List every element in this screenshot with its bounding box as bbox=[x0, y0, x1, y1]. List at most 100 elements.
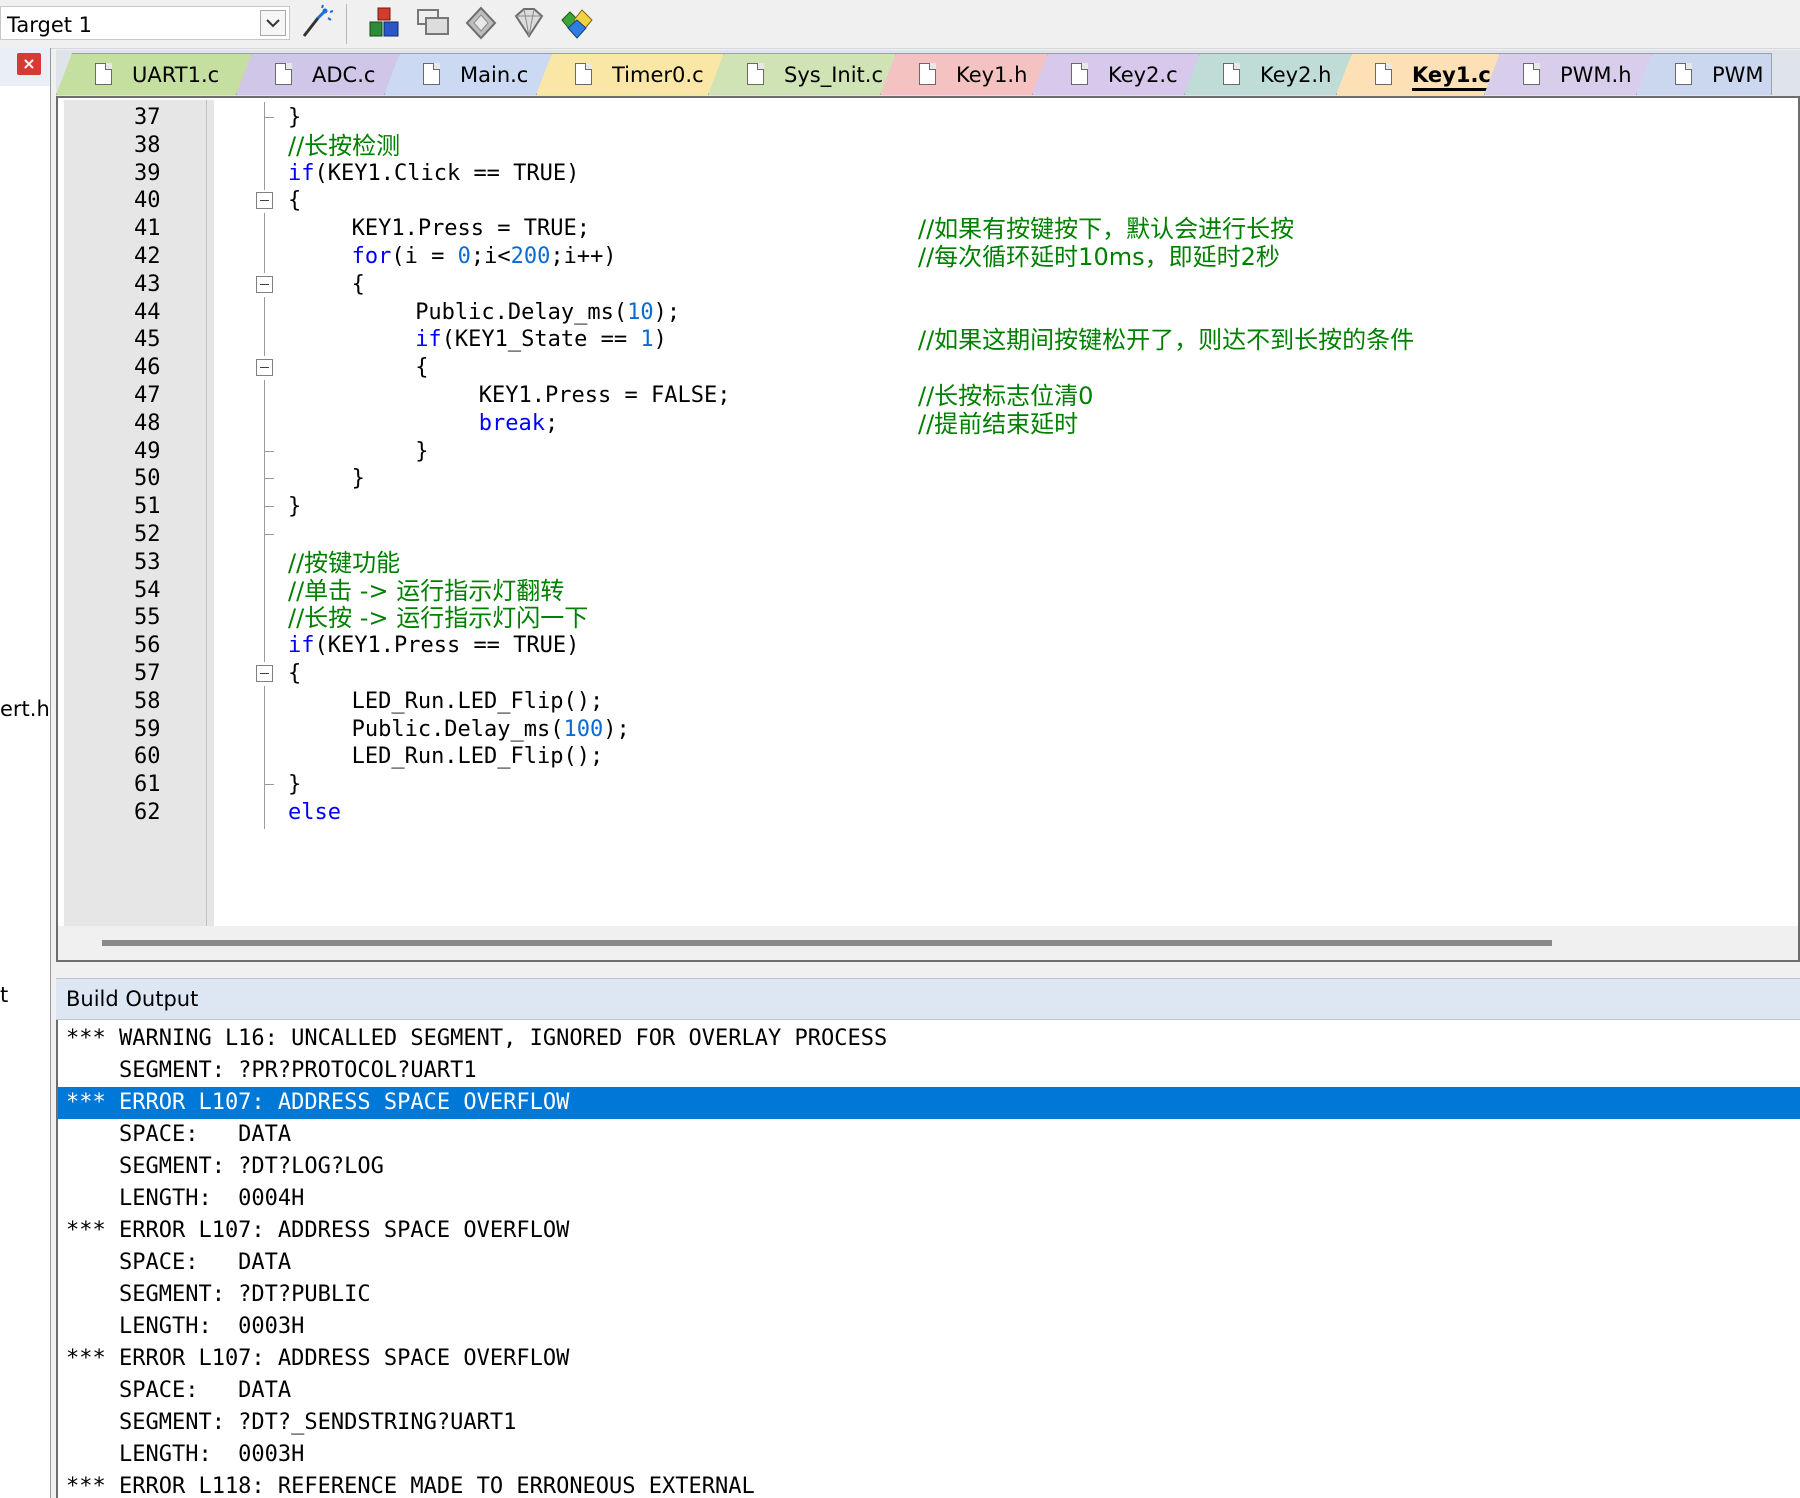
code-editor[interactable]: 37} 38//长按检测 39 if(KEY1.Click == TRUE) 40{41… bbox=[56, 96, 1800, 962]
file-icon bbox=[1675, 63, 1692, 85]
build-line-text: SEGMENT: ?DT?LOG?LOG bbox=[66, 1154, 384, 1179]
fold-end-marker bbox=[264, 450, 274, 452]
file-icon bbox=[95, 63, 112, 85]
tab-label: Sys_Init.c bbox=[784, 63, 883, 87]
build-line-text: *** ERROR L107: ADDRESS SPACE OVERFLOW bbox=[66, 1218, 570, 1243]
build-line-text: SPACE: DATA bbox=[66, 1378, 292, 1403]
build-line-text: SEGMENT: ?DT?_SENDSTRING?UART1 bbox=[66, 1410, 517, 1435]
multi-gem-icon[interactable] bbox=[558, 4, 596, 42]
fold-end-marker bbox=[264, 117, 274, 118]
build-line[interactable]: *** ERROR L118: REFERENCE MADE TO ERRONE… bbox=[58, 1471, 1800, 1498]
build-line[interactable]: *** ERROR L107: ADDRESS SPACE OVERFLOW bbox=[58, 1215, 1800, 1247]
build-line-text: SEGMENT: ?PR?PROTOCOL?UART1 bbox=[66, 1058, 477, 1083]
code-area[interactable]: 37} 38//长按检测 39 if(KEY1.Click == TRUE) 40{41… bbox=[58, 100, 1798, 926]
tab-label: Timer0.c bbox=[612, 63, 704, 87]
tab-key2-c[interactable]: Key2.c bbox=[1032, 53, 1200, 95]
code-line[interactable]: 62 else bbox=[58, 797, 1798, 829]
file-icon bbox=[747, 63, 764, 85]
build-output-title: Build Output bbox=[66, 987, 199, 1011]
file-icon bbox=[575, 63, 592, 85]
build-line[interactable]: SEGMENT: ?DT?PUBLIC bbox=[58, 1279, 1800, 1311]
build-line[interactable]: LENGTH: 0004H bbox=[58, 1183, 1800, 1215]
build-line-text: *** ERROR L107: ADDRESS SPACE OVERFLOW bbox=[66, 1346, 570, 1371]
tab-uart1-c[interactable]: UART1.c bbox=[56, 53, 252, 95]
dropdown-chevron-icon[interactable] bbox=[260, 10, 286, 36]
tab-label: UART1.c bbox=[132, 63, 220, 87]
fold-end-marker bbox=[264, 478, 274, 480]
tab-label: ADC.c bbox=[312, 63, 376, 87]
build-line[interactable]: SEGMENT: ?DT?_SENDSTRING?UART1 bbox=[58, 1407, 1800, 1439]
tab-timer0-c[interactable]: Timer0.c bbox=[536, 53, 724, 95]
tab-key1-c[interactable]: Key1.c bbox=[1336, 53, 1500, 95]
fold-toggle-icon[interactable] bbox=[256, 665, 273, 682]
tab-key1-h[interactable]: Key1.h bbox=[880, 53, 1048, 95]
build-line-text: *** WARNING L16: UNCALLED SEGMENT, IGNOR… bbox=[66, 1026, 888, 1051]
line-number: 62 bbox=[134, 800, 161, 825]
file-icon bbox=[275, 63, 292, 85]
build-line-text: LENGTH: 0004H bbox=[66, 1186, 305, 1211]
tab-main-c[interactable]: Main.c bbox=[384, 53, 552, 95]
horizontal-scrollbar[interactable] bbox=[58, 926, 1798, 960]
tab-label: PWM bbox=[1712, 63, 1764, 87]
close-icon[interactable]: × bbox=[17, 53, 41, 75]
diamond-icon[interactable] bbox=[462, 4, 500, 42]
tab-pwm-h[interactable]: PWM.h bbox=[1484, 53, 1652, 95]
project-panel: × ert.h t bbox=[0, 48, 51, 1498]
build-line[interactable]: LENGTH: 0003H bbox=[58, 1311, 1800, 1343]
build-line-text: LENGTH: 0003H bbox=[66, 1314, 305, 1339]
tab-key2-h[interactable]: Key2.h bbox=[1184, 53, 1352, 95]
fold-toggle-icon[interactable] bbox=[256, 359, 273, 377]
component-manager-icon[interactable] bbox=[366, 4, 404, 42]
file-icon bbox=[1375, 63, 1392, 85]
project-file-fragment[interactable]: ert.h bbox=[0, 697, 50, 721]
fold-end-marker bbox=[264, 534, 274, 535]
tab-label: Key2.h bbox=[1260, 63, 1332, 87]
tab-adc-c[interactable]: ADC.c bbox=[236, 53, 400, 95]
code-text: else bbox=[288, 800, 341, 825]
fold-toggle-icon[interactable] bbox=[256, 275, 273, 293]
tab-sys-init-c[interactable]: Sys_Init.c bbox=[708, 53, 896, 95]
build-line-text: SPACE: DATA bbox=[66, 1122, 292, 1147]
tab-pwm[interactable]: PWM bbox=[1636, 53, 1772, 95]
build-line-text: SEGMENT: ?DT?PUBLIC bbox=[66, 1282, 371, 1307]
build-output-header: Build Output bbox=[56, 978, 1800, 1020]
build-line[interactable]: SEGMENT: ?PR?PROTOCOL?UART1 bbox=[58, 1055, 1800, 1087]
scrollbar-thumb[interactable] bbox=[102, 940, 1552, 946]
magic-wand-icon[interactable] bbox=[298, 4, 336, 42]
build-line-selected[interactable]: *** ERROR L107: ADDRESS SPACE OVERFLOW bbox=[58, 1087, 1800, 1119]
file-icon bbox=[919, 63, 936, 85]
gem-icon[interactable] bbox=[510, 4, 548, 42]
fold-end-marker bbox=[264, 784, 274, 786]
build-line[interactable]: SPACE: DATA bbox=[58, 1119, 1800, 1151]
tab-label: PWM.h bbox=[1560, 63, 1632, 87]
build-line[interactable]: SEGMENT: ?DT?LOG?LOG bbox=[58, 1151, 1800, 1183]
build-line-text: LENGTH: 0003H bbox=[66, 1442, 305, 1467]
tab-label: Key2.c bbox=[1108, 63, 1178, 87]
project-file-fragment[interactable]: t bbox=[0, 983, 8, 1007]
build-output-panel[interactable]: *** WARNING L16: UNCALLED SEGMENT, IGNOR… bbox=[56, 1020, 1800, 1498]
build-line-text: SPACE: DATA bbox=[66, 1250, 292, 1275]
target-select-value: Target 1 bbox=[7, 13, 93, 37]
fold-end-marker bbox=[264, 506, 274, 508]
build-line-text: *** ERROR L107: ADDRESS SPACE OVERFLOW bbox=[66, 1090, 570, 1115]
target-select[interactable]: Target 1 bbox=[0, 6, 290, 40]
file-icon bbox=[1071, 63, 1088, 85]
tab-label: Key1.c bbox=[1412, 63, 1491, 91]
build-line[interactable]: SPACE: DATA bbox=[58, 1375, 1800, 1407]
fold-guide bbox=[264, 797, 265, 829]
editor-tab-bar: UART1.c ADC.c Main.c Timer0.c Sys_Init.c Key1… bbox=[56, 50, 1800, 96]
build-line[interactable]: *** ERROR L107: ADDRESS SPACE OVERFLOW bbox=[58, 1343, 1800, 1375]
file-icon bbox=[1523, 63, 1540, 85]
file-icon bbox=[1223, 63, 1240, 85]
tab-label: Key1.h bbox=[956, 63, 1028, 87]
fold-toggle-icon[interactable] bbox=[256, 192, 273, 210]
build-line[interactable]: *** WARNING L16: UNCALLED SEGMENT, IGNOR… bbox=[58, 1023, 1800, 1055]
build-line[interactable]: SPACE: DATA bbox=[58, 1247, 1800, 1279]
copy-window-icon[interactable] bbox=[414, 4, 452, 42]
tab-label: Main.c bbox=[460, 63, 529, 87]
file-icon bbox=[423, 63, 440, 85]
toolbar: Target 1 bbox=[0, 0, 1800, 49]
toolbar-separator bbox=[346, 4, 347, 44]
build-line-text: *** ERROR L118: REFERENCE MADE TO ERRONE… bbox=[66, 1474, 755, 1498]
build-line[interactable]: LENGTH: 0003H bbox=[58, 1439, 1800, 1471]
